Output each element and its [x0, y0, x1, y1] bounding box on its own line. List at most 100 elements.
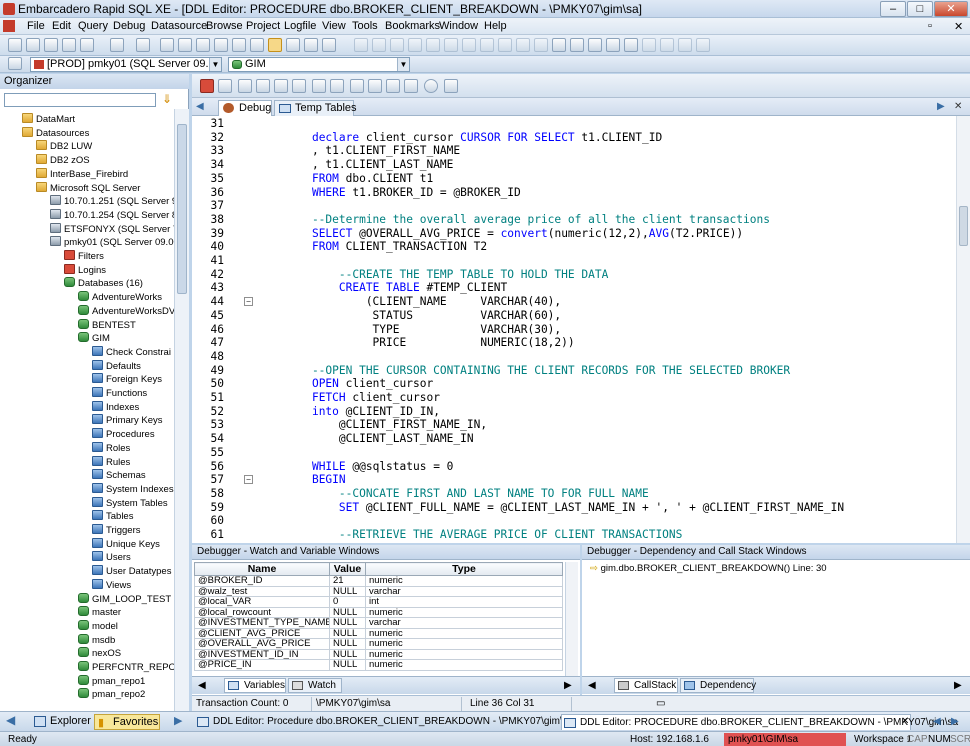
paste-icon[interactable]: [232, 38, 246, 52]
tree-node[interactable]: msdb: [78, 633, 115, 647]
tree-node[interactable]: master: [78, 606, 121, 619]
tree-node[interactable]: pman_repo1: [78, 674, 145, 688]
redo-icon[interactable]: [372, 38, 386, 52]
tab-dependency[interactable]: Dependency: [680, 678, 756, 693]
code-line[interactable]: 41: [192, 254, 956, 268]
tree-node[interactable]: pman_repo2: [78, 688, 145, 701]
search-arrow-icon[interactable]: ⇓: [160, 92, 174, 107]
code-line[interactable]: 52 into @CLIENT_ID_IN,: [192, 405, 956, 419]
tree-node[interactable]: 10.70.1.251 (SQL Server 9.0: [50, 195, 176, 208]
code-scrollbar[interactable]: [956, 116, 970, 543]
code-line[interactable]: 53 @CLIENT_FIRST_NAME_IN,: [192, 418, 956, 432]
code-line[interactable]: 48: [192, 350, 956, 364]
clear-breakpoints-icon[interactable]: [386, 79, 400, 93]
code-line[interactable]: 59 SET @CLIENT_FULL_NAME = @CLIENT_LAST_…: [192, 501, 956, 515]
scroll-right-icon[interactable]: ▶: [954, 680, 962, 691]
bookmark-icon[interactable]: [624, 38, 638, 52]
tree-node[interactable]: PERFCNTR_REPO1: [78, 661, 176, 674]
tab-debug[interactable]: Debug: [218, 100, 272, 116]
minimize-button[interactable]: –: [880, 1, 906, 17]
find-icon[interactable]: [552, 38, 566, 52]
clock-icon[interactable]: [424, 79, 438, 93]
tree-node[interactable]: Functions: [92, 387, 147, 400]
tree-node[interactable]: AdventureWorksDV: [78, 304, 175, 318]
column-header-type[interactable]: Type: [365, 562, 563, 576]
tabs-scroll-right-icon[interactable]: ▶: [937, 101, 945, 112]
doc-tab-close-icon[interactable]: ✕: [901, 716, 909, 727]
tree-node[interactable]: DB2 LUW: [36, 140, 92, 153]
tree-node[interactable]: InterBase_Firebird: [36, 167, 128, 181]
code-line[interactable]: 33 , t1.CLIENT_FIRST_NAME: [192, 144, 956, 158]
scroll-right-icon[interactable]: ▶: [564, 680, 572, 691]
save-all-icon[interactable]: [178, 38, 192, 52]
scroll-left-icon[interactable]: ◀: [588, 680, 596, 691]
tree-node[interactable]: Filters: [64, 250, 104, 263]
column-header-name[interactable]: Name: [194, 562, 330, 576]
scroll-left-icon[interactable]: ◀: [2, 713, 15, 729]
fold-toggle-icon[interactable]: −: [244, 297, 253, 307]
paste-icon-2[interactable]: [426, 38, 440, 52]
tab-variables[interactable]: Variables: [224, 678, 286, 693]
doc-scroll-right-icon[interactable]: ▶: [951, 716, 959, 727]
menu-query[interactable]: Query: [78, 20, 108, 32]
tree-node[interactable]: DB2 zOS: [36, 154, 90, 167]
tree-node[interactable]: GIM: [78, 332, 110, 345]
table-row[interactable]: @INVESTMENT_ID_IN NULL numeric: [194, 648, 563, 660]
save-file-icon[interactable]: [160, 38, 174, 52]
table-row[interactable]: @local_VAR 0 int: [194, 596, 563, 608]
clear-bookmarks-icon[interactable]: [678, 38, 692, 52]
doc-tab-1[interactable]: DDL Editor: Procedure dbo.BROKER_CLIENT_…: [195, 714, 573, 730]
close-button[interactable]: ✕: [934, 1, 968, 17]
tree-node[interactable]: Foreign Keys: [92, 373, 162, 386]
tree-node[interactable]: Primary Keys: [92, 414, 162, 427]
callstack-entry[interactable]: ⇨ gim.dbo.BROKER_CLIENT_BREAKDOWN() Line…: [590, 563, 827, 574]
menu-edit[interactable]: Edit: [52, 20, 71, 32]
tab-watch[interactable]: Watch: [288, 678, 342, 693]
prev-bookmark-icon[interactable]: [660, 38, 674, 52]
tree-node[interactable]: DataMart: [22, 113, 75, 126]
tree-node[interactable]: GIM_LOOP_TEST: [78, 592, 171, 606]
menu-tools[interactable]: Tools: [352, 20, 378, 32]
restart-icon[interactable]: [218, 79, 232, 93]
code-line[interactable]: 55: [192, 446, 956, 460]
step-over-icon[interactable]: [256, 79, 270, 93]
code-line[interactable]: 32 declare client_cursor CURSOR FOR SELE…: [192, 131, 956, 145]
tree-node[interactable]: AdventureWorks: [78, 291, 162, 304]
code-line[interactable]: 31: [192, 117, 956, 131]
hand-icon[interactable]: [312, 79, 326, 93]
organizer-toggle-icon[interactable]: [8, 38, 22, 52]
code-line[interactable]: 40 FROM CLIENT_TRANSACTION T2: [192, 240, 956, 254]
indent-icon[interactable]: [444, 38, 458, 52]
tree-node[interactable]: Defaults: [92, 359, 141, 373]
menu-file[interactable]: File: [27, 20, 45, 32]
tabs-scroll-left-icon[interactable]: ◀: [196, 101, 204, 112]
code-line[interactable]: 56 WHILE @@sqlstatus = 0: [192, 460, 956, 474]
code-line[interactable]: 60: [192, 514, 956, 528]
tree-node[interactable]: Rules: [92, 455, 130, 469]
doc-tab-2[interactable]: DDL Editor: PROCEDURE dbo.BROKER_CLIENT_…: [561, 714, 958, 730]
table-row[interactable]: @walz_test NULL varchar: [194, 585, 563, 597]
table-row[interactable]: @BROKER_ID 21 numeric: [194, 575, 563, 587]
tree-node[interactable]: System Indexes: [92, 482, 174, 496]
undo-icon[interactable]: [354, 38, 368, 52]
table-row[interactable]: @local_rowcount NULL numeric: [194, 606, 563, 618]
tree-node[interactable]: Indexes: [92, 400, 139, 414]
code-line[interactable]: 37: [192, 199, 956, 213]
menu-logfile[interactable]: Logfile: [284, 20, 316, 32]
code-line[interactable]: 39 SELECT @OVERALL_AVG_PRICE = convert(n…: [192, 227, 956, 241]
fold-toggle-icon[interactable]: −: [244, 475, 253, 485]
table-row[interactable]: @PRICE_IN NULL numeric: [194, 659, 563, 671]
window-pane-icon[interactable]: [322, 38, 336, 52]
table-row[interactable]: @INVESTMENT_TYPE_NAME_INNULLvarchar: [194, 617, 563, 629]
column-header-value[interactable]: Value: [329, 562, 366, 576]
tree-node[interactable]: Users: [92, 551, 131, 564]
open-file-icon[interactable]: [136, 38, 150, 52]
tree-node[interactable]: Databases (16): [64, 277, 143, 290]
code-line[interactable]: 36 WHERE t1.BROKER_ID = @BROKER_ID: [192, 186, 956, 200]
goto-icon[interactable]: [606, 38, 620, 52]
copy-icon-2[interactable]: [408, 38, 422, 52]
code-line[interactable]: 57 BEGIN: [192, 473, 956, 487]
scroll-left-icon[interactable]: ◀: [198, 680, 206, 691]
tree-node[interactable]: Microsoft SQL Server: [36, 181, 140, 195]
menu-browse[interactable]: Browse: [206, 20, 243, 32]
